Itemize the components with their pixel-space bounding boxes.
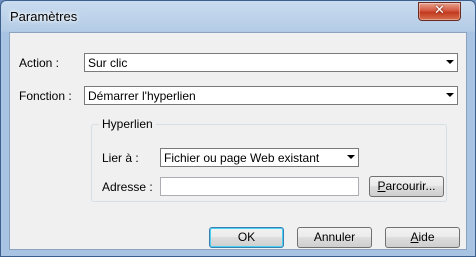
chevron-down-icon bbox=[446, 60, 454, 64]
parcourir-button[interactable]: Parcourir... bbox=[369, 176, 444, 197]
window-title: Paramètres bbox=[10, 9, 78, 24]
title-bar[interactable]: Paramètres ✕ bbox=[1, 1, 475, 33]
ok-label: OK bbox=[237, 230, 256, 244]
fonction-select[interactable]: Démarrer l'hyperlien bbox=[84, 86, 458, 105]
help-label: ide bbox=[418, 230, 435, 244]
help-mnemonic: A bbox=[410, 230, 419, 244]
fonction-label: Fonction : bbox=[19, 89, 72, 103]
fonction-value: Démarrer l'hyperlien bbox=[88, 89, 196, 103]
parcourir-mnemonic: P bbox=[377, 179, 386, 193]
adresse-field[interactable] bbox=[160, 177, 359, 196]
chevron-down-icon bbox=[347, 155, 355, 159]
cancel-button[interactable]: Annuler bbox=[297, 227, 372, 248]
ok-button[interactable]: OK bbox=[209, 227, 284, 248]
dialog-body: Action : Sur clic Fonction : Démarrer l'… bbox=[9, 32, 467, 250]
dialog-window: Paramètres ✕ Action : Sur clic Fonction … bbox=[0, 0, 476, 257]
lier-label: Lier à : bbox=[102, 151, 139, 165]
action-select[interactable]: Sur clic bbox=[84, 53, 458, 72]
close-icon: ✕ bbox=[434, 3, 445, 18]
action-value: Sur clic bbox=[88, 56, 128, 70]
hyperlien-group-title: Hyperlien bbox=[99, 117, 156, 131]
parcourir-label: arcourir... bbox=[385, 179, 436, 193]
lier-select[interactable]: Fichier ou page Web existant bbox=[160, 148, 359, 167]
help-button[interactable]: Aide bbox=[385, 227, 460, 248]
cancel-label: Annuler bbox=[313, 230, 356, 244]
chevron-down-icon bbox=[446, 93, 454, 97]
adresse-label: Adresse : bbox=[102, 180, 153, 194]
action-label: Action : bbox=[19, 56, 60, 70]
lier-value: Fichier ou page Web existant bbox=[164, 151, 320, 165]
close-button[interactable]: ✕ bbox=[418, 2, 461, 21]
